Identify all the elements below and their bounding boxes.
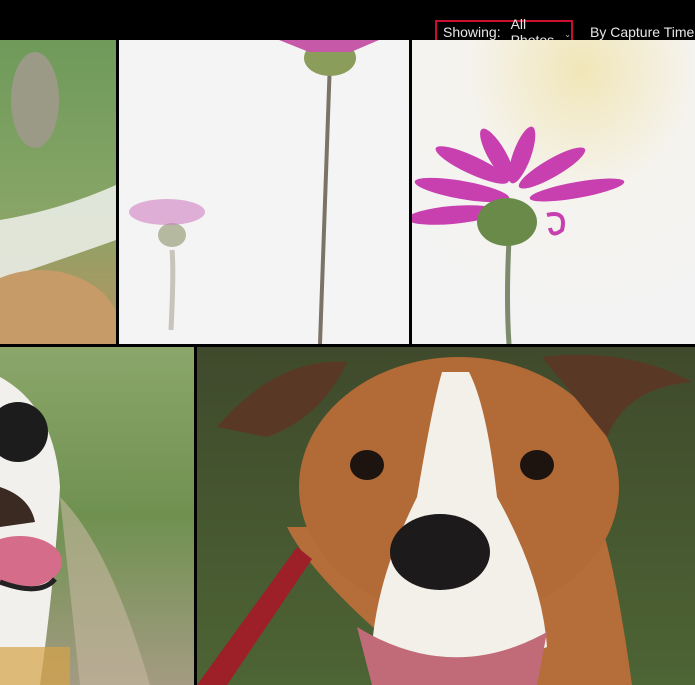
photo-tile-daisy-tall[interactable] (119, 40, 409, 344)
sort-label: By Capture Time (590, 24, 695, 40)
library-toolbar: Showing: All Photos ⌄ By Capture Time ⌄ (0, 0, 695, 48)
filter-label: Showing: (443, 24, 501, 40)
photo-tile-dog-ear[interactable] (0, 40, 116, 344)
photo-tile-dog-tongue[interactable] (0, 347, 194, 685)
chevron-down-icon: ⌄ (564, 29, 571, 39)
photo-tile-dog-portrait[interactable] (197, 347, 695, 685)
photo-tile-daisy-closeup[interactable] (412, 40, 695, 344)
